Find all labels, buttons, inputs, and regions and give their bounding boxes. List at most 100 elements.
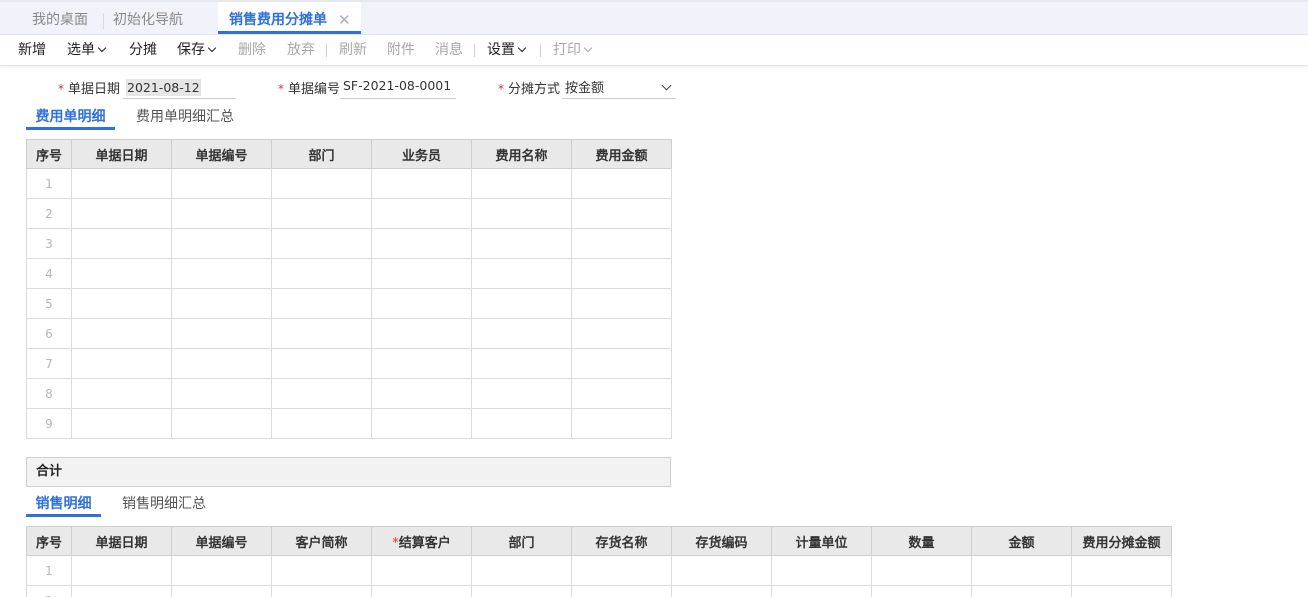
table-cell[interactable]	[371, 288, 472, 319]
table-cell[interactable]	[571, 408, 672, 439]
table-cell[interactable]	[271, 288, 372, 319]
method-select[interactable]: 按金额	[562, 78, 676, 99]
table-cell[interactable]	[271, 258, 372, 289]
table-cell[interactable]	[71, 288, 172, 319]
table-cell[interactable]	[171, 198, 272, 229]
expense-col-header[interactable]: 业务员	[371, 139, 472, 169]
table-cell[interactable]	[171, 228, 272, 259]
table-cell[interactable]	[371, 168, 472, 199]
date-field[interactable]: 2021-08-12	[123, 78, 236, 99]
table-cell[interactable]	[371, 198, 472, 229]
sales-col-header[interactable]: 费用分摊金额	[1071, 526, 1172, 556]
print-button[interactable]: 打印	[553, 35, 593, 65]
table-cell[interactable]	[671, 585, 772, 597]
tab-sales-detail[interactable]: 销售明细	[26, 493, 101, 517]
table-cell[interactable]	[471, 408, 572, 439]
table-row[interactable]: 9	[26, 408, 672, 439]
table-row[interactable]: 2	[26, 198, 672, 229]
table-cell[interactable]	[1071, 585, 1172, 597]
new-button[interactable]: 新增	[18, 35, 46, 65]
table-cell[interactable]	[171, 585, 272, 597]
close-icon[interactable]: ✕	[338, 2, 351, 38]
table-cell[interactable]	[271, 318, 372, 349]
sales-col-header[interactable]: 金额	[971, 526, 1072, 556]
table-cell[interactable]	[71, 378, 172, 409]
table-cell[interactable]	[371, 348, 472, 379]
table-cell[interactable]	[771, 585, 872, 597]
tab-sales-summary[interactable]: 销售明细汇总	[122, 493, 206, 517]
table-cell[interactable]	[571, 585, 672, 597]
table-cell[interactable]	[971, 555, 1072, 586]
table-cell[interactable]	[271, 408, 372, 439]
table-row[interactable]: 1	[26, 168, 672, 199]
table-cell[interactable]	[71, 258, 172, 289]
table-cell[interactable]	[71, 348, 172, 379]
table-cell[interactable]	[171, 168, 272, 199]
table-row[interactable]: 4	[26, 258, 672, 289]
table-cell[interactable]	[571, 228, 672, 259]
sales-col-header[interactable]: 部门	[471, 526, 572, 556]
table-cell[interactable]	[471, 258, 572, 289]
table-cell[interactable]	[471, 378, 572, 409]
tab-init-guide[interactable]: 初始化导航	[113, 2, 183, 35]
table-cell[interactable]	[371, 318, 472, 349]
sales-col-header[interactable]: 序号	[26, 526, 72, 556]
table-cell[interactable]	[71, 168, 172, 199]
table-cell[interactable]	[171, 408, 272, 439]
table-cell[interactable]	[371, 228, 472, 259]
table-row[interactable]: 1	[26, 555, 1172, 586]
table-cell[interactable]	[371, 408, 472, 439]
message-button[interactable]: 消息	[435, 35, 463, 65]
table-cell[interactable]	[171, 288, 272, 319]
table-cell[interactable]	[871, 585, 972, 597]
table-cell[interactable]	[171, 555, 272, 586]
allocate-button[interactable]: 分摊	[129, 35, 157, 65]
table-cell[interactable]	[571, 258, 672, 289]
sales-col-header[interactable]: 存货名称	[571, 526, 672, 556]
table-cell[interactable]	[371, 555, 472, 586]
table-cell[interactable]	[571, 378, 672, 409]
sales-col-header[interactable]: 计量单位	[771, 526, 872, 556]
expense-col-header[interactable]: 费用名称	[471, 139, 572, 169]
sales-col-header[interactable]: 存货编码	[671, 526, 772, 556]
table-cell[interactable]	[71, 318, 172, 349]
table-cell[interactable]	[271, 228, 372, 259]
attach-button[interactable]: 附件	[387, 35, 415, 65]
table-row[interactable]: 7	[26, 348, 672, 379]
table-cell[interactable]	[71, 555, 172, 586]
table-cell[interactable]	[271, 555, 372, 586]
table-cell[interactable]	[571, 288, 672, 319]
delete-button[interactable]: 删除	[238, 35, 266, 65]
table-cell[interactable]	[571, 348, 672, 379]
table-cell[interactable]	[171, 348, 272, 379]
table-row[interactable]: 8	[26, 378, 672, 409]
table-cell[interactable]	[471, 288, 572, 319]
expense-col-header[interactable]: 序号	[26, 139, 72, 169]
table-cell[interactable]	[471, 318, 572, 349]
expense-col-header[interactable]: 单据日期	[71, 139, 172, 169]
table-cell[interactable]	[71, 228, 172, 259]
table-cell[interactable]	[371, 585, 472, 597]
table-cell[interactable]	[171, 258, 272, 289]
table-row[interactable]: 5	[26, 288, 672, 319]
number-field[interactable]: SF-2021-08-0001	[340, 78, 456, 99]
select-button[interactable]: 选单	[67, 35, 107, 65]
table-cell[interactable]	[271, 168, 372, 199]
table-cell[interactable]	[371, 378, 472, 409]
table-cell[interactable]	[671, 555, 772, 586]
table-cell[interactable]	[171, 378, 272, 409]
table-cell[interactable]	[571, 318, 672, 349]
tab-sales-expense-allocation[interactable]: 销售费用分摊单 ✕	[218, 2, 361, 34]
expense-col-header[interactable]: 费用金额	[571, 139, 672, 169]
table-row[interactable]: 3	[26, 228, 672, 259]
table-cell[interactable]	[371, 258, 472, 289]
discard-button[interactable]: 放弃	[287, 35, 315, 65]
table-cell[interactable]	[1071, 555, 1172, 586]
settings-button[interactable]: 设置	[487, 35, 527, 65]
refresh-button[interactable]: 刷新	[339, 35, 367, 65]
expense-col-header[interactable]: 单据编号	[171, 139, 272, 169]
table-cell[interactable]	[471, 585, 572, 597]
table-cell[interactable]	[171, 318, 272, 349]
sales-col-header[interactable]: 单据日期	[71, 526, 172, 556]
table-cell[interactable]	[271, 378, 372, 409]
